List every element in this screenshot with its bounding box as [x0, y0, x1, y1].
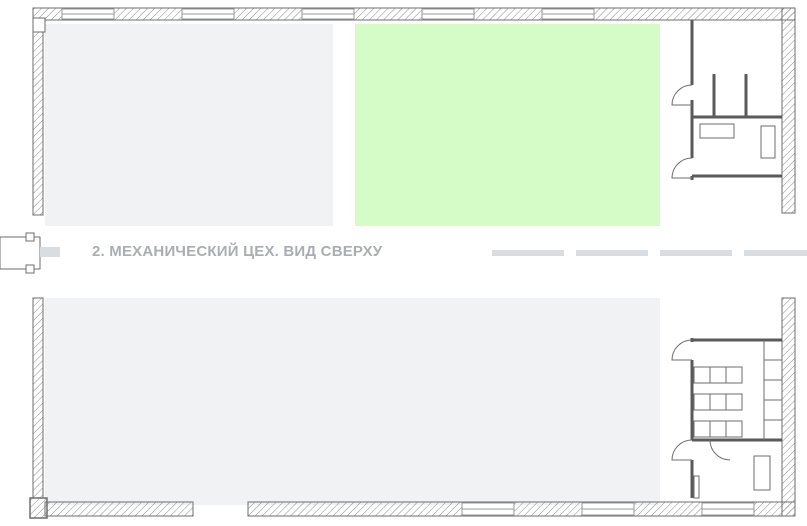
lower-room-partitions — [763, 340, 782, 440]
zone-lower[interactable] — [45, 298, 660, 505]
plan-title: 2. МЕХАНИЧЕСКИЙ ЦЕХ. ВИД СВЕРХУ — [92, 243, 383, 260]
corner-column-bottom-left — [29, 497, 48, 519]
upper-doors — [671, 84, 693, 179]
entrance-gate — [0, 232, 60, 274]
bottom-windows — [461, 502, 755, 516]
floor-plan — [0, 7, 807, 519]
upper-room-fixtures — [699, 123, 776, 159]
zone-upper-middle[interactable] — [355, 24, 660, 226]
dashed-divider — [492, 250, 807, 256]
lower-room-fixtures — [693, 366, 771, 499]
zone-upper-left[interactable] — [45, 24, 333, 226]
corner-column-top-left — [32, 17, 46, 33]
